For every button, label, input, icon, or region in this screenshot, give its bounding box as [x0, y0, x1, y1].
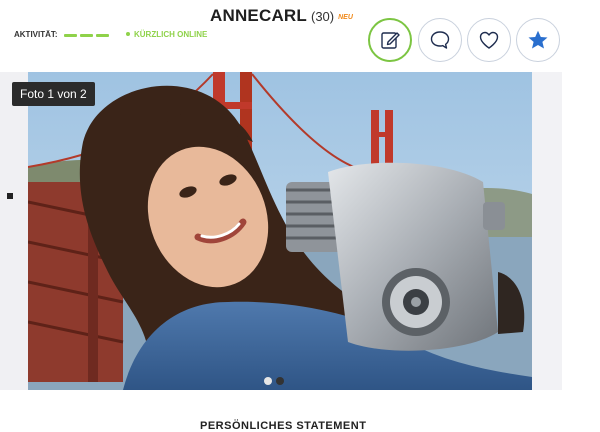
pagination-dot[interactable]	[264, 377, 272, 385]
profile-name: ANNECARL	[210, 6, 307, 25]
activity-bars	[63, 30, 112, 39]
chat-button[interactable]	[418, 18, 462, 62]
new-badge: NEU	[338, 14, 353, 21]
next-photo-strip[interactable]	[532, 72, 562, 390]
activity-label: AKTIVITÄT:	[14, 30, 58, 39]
profile-header: ANNECARL (30) NEU AKTIVITÄT: KÜRZLICH ONLI…	[0, 0, 600, 70]
star-icon	[528, 30, 548, 49]
like-button[interactable]	[467, 18, 511, 62]
previous-photo-strip[interactable]	[0, 72, 28, 390]
gallery-pagination	[264, 372, 288, 390]
edit-icon	[381, 32, 400, 49]
activity-bar	[63, 34, 77, 38]
edit-button[interactable]	[368, 18, 412, 62]
photo-counter: Foto 1 von 2	[12, 82, 95, 106]
statement-heading: PERSÖNLICHES STATEMENT	[200, 420, 367, 432]
strip-marker	[7, 193, 13, 199]
favorite-button[interactable]	[516, 18, 560, 62]
pagination-dot-active[interactable]	[276, 377, 284, 385]
online-status-label: KÜRZLICH ONLINE	[134, 30, 208, 39]
activity-bar	[79, 34, 93, 38]
activity-indicator: AKTIVITÄT:	[14, 30, 112, 39]
online-dot-icon	[126, 32, 130, 36]
profile-age: (30)	[310, 9, 335, 24]
online-status: KÜRZLICH ONLINE	[126, 30, 207, 39]
profile-photo-image	[28, 72, 532, 390]
activity-bar	[95, 34, 109, 38]
heart-icon	[479, 31, 499, 49]
chat-bubble-icon	[430, 31, 450, 49]
profile-title: ANNECARL (30) NEU	[210, 6, 353, 26]
profile-photo[interactable]	[28, 72, 532, 390]
